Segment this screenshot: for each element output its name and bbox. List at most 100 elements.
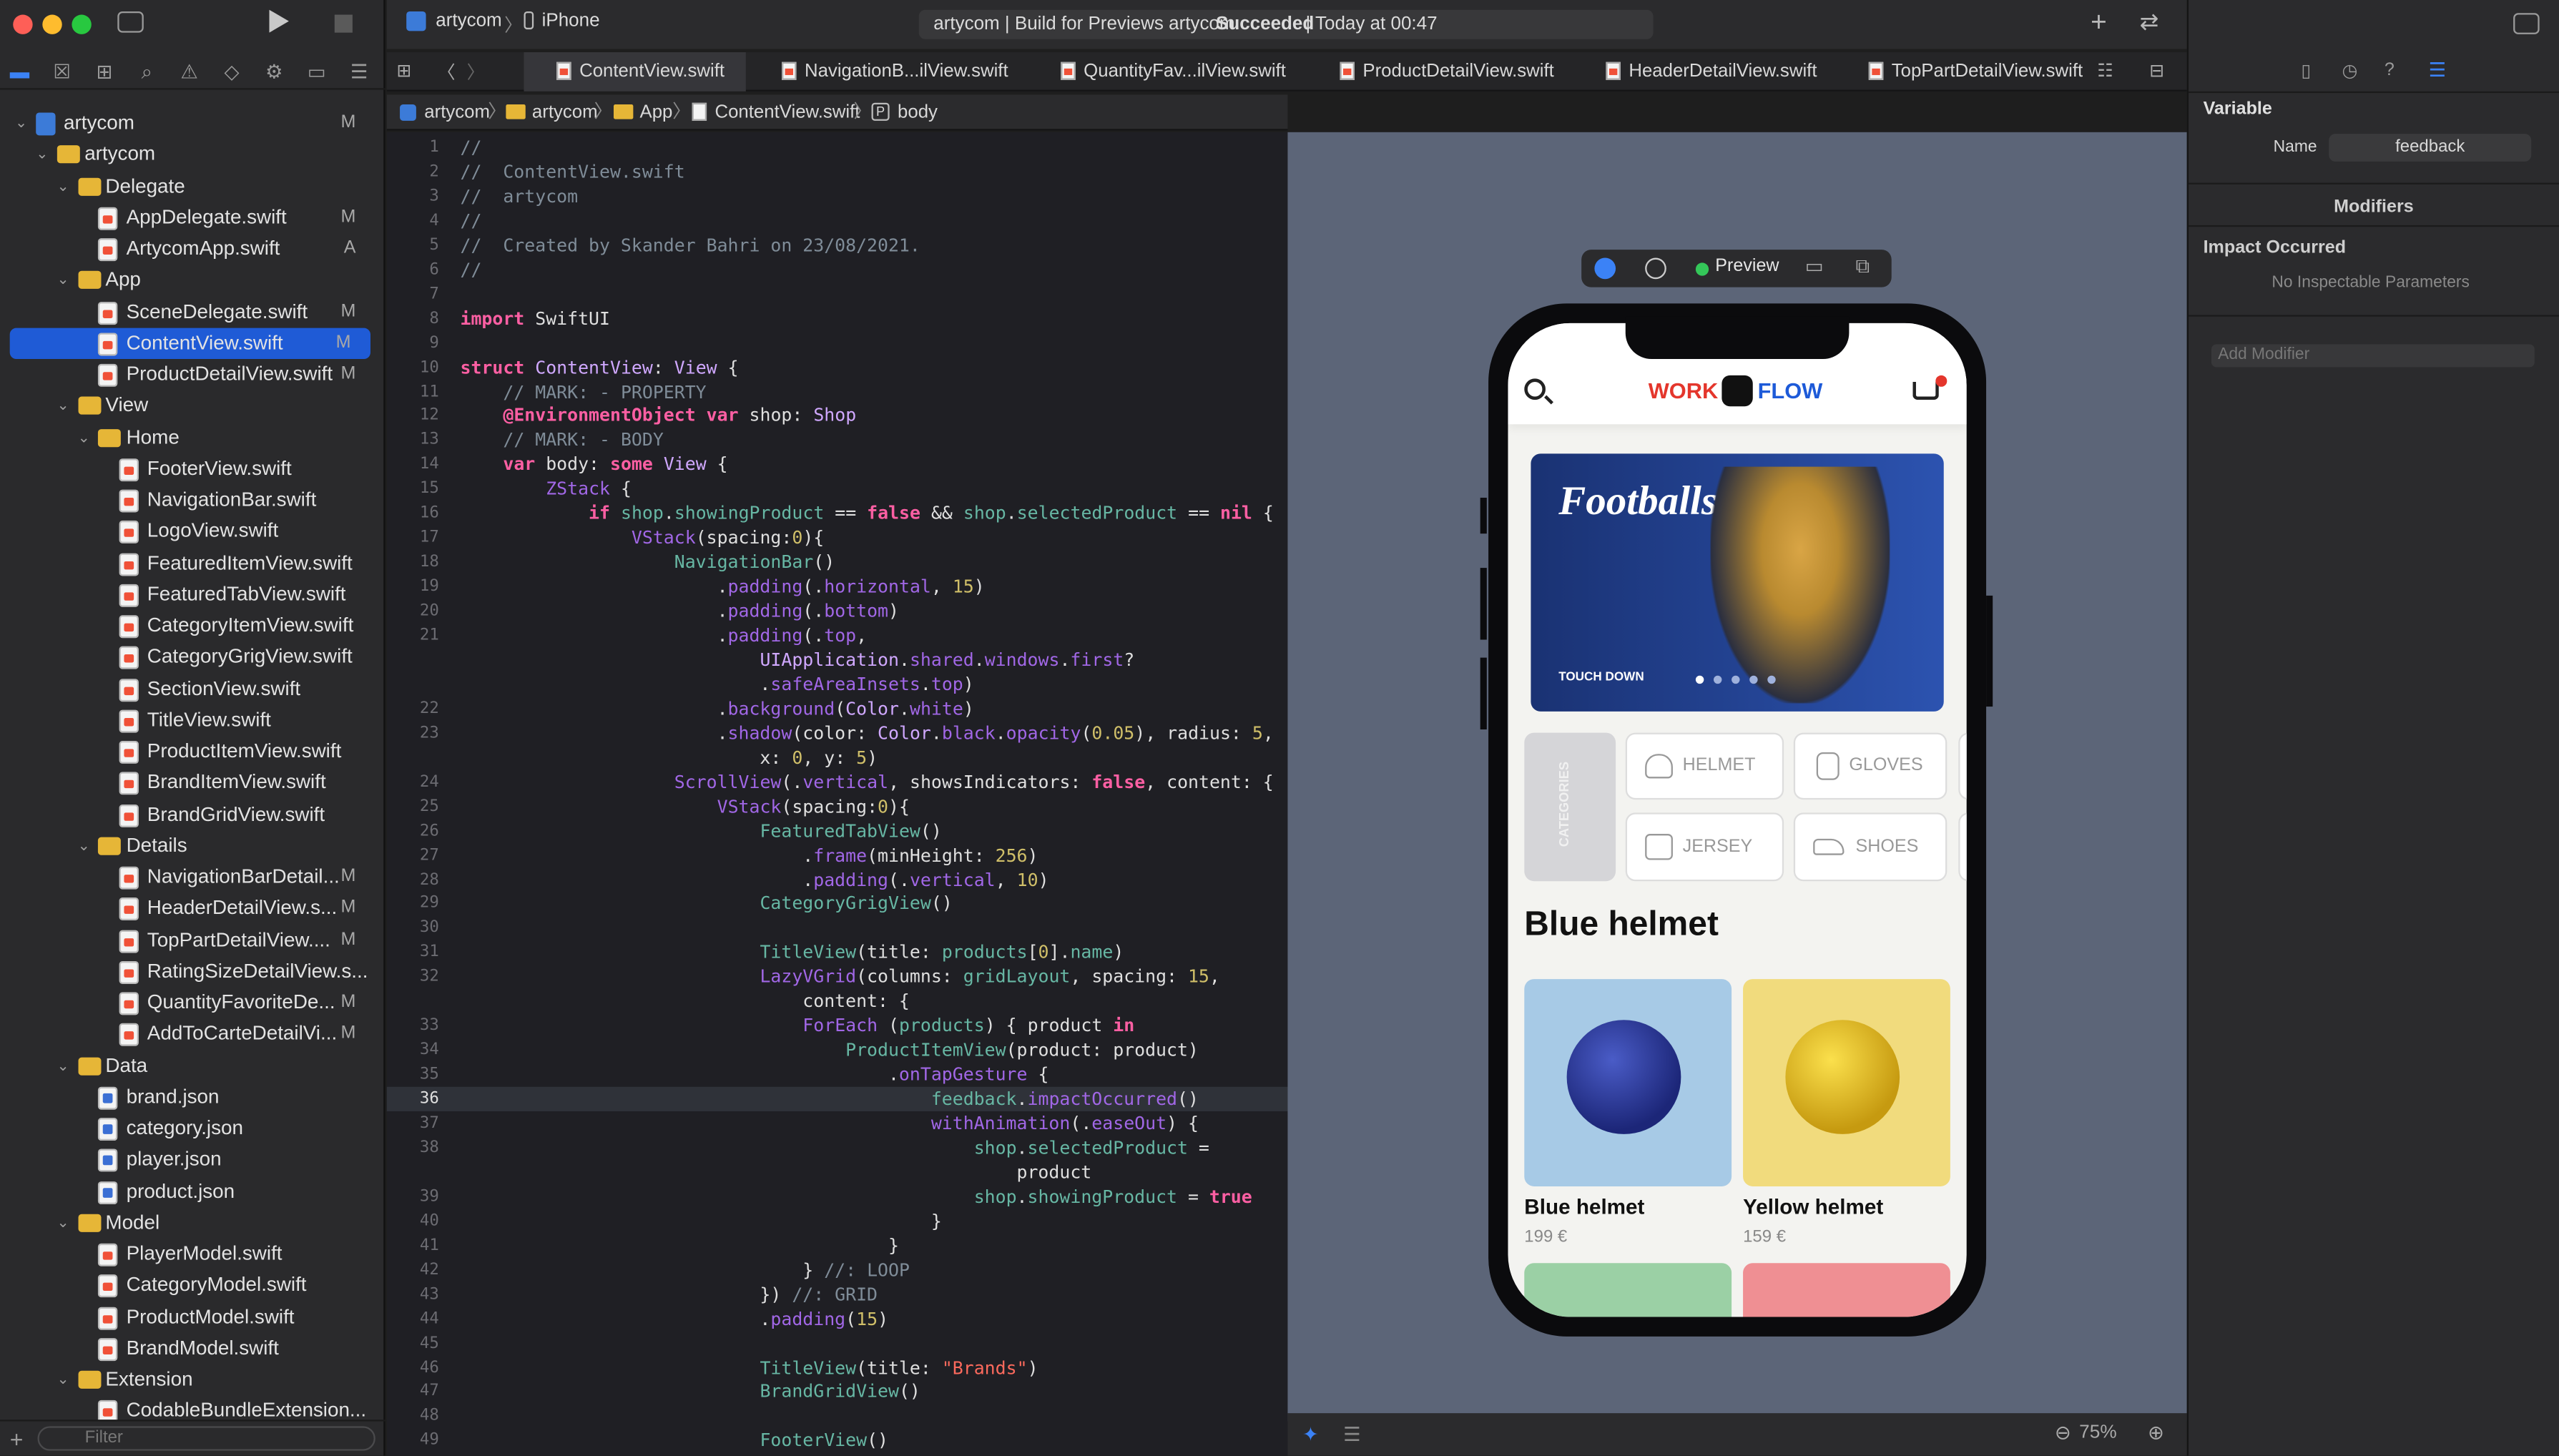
code-line[interactable]: shop.selectedProduct = [460,1137,1209,1159]
code-line[interactable]: } //: LOOP [460,1259,910,1281]
zoom-level[interactable]: 75% [2079,1423,2117,1442]
code-line[interactable]: import SwiftUI [460,308,610,329]
search-icon[interactable] [1524,378,1546,400]
navigator-item[interactable]: BrandModel.swift [0,1333,385,1364]
code-line[interactable]: .padding(.vertical, 10) [460,869,1048,890]
add-icon[interactable]: + [10,1426,24,1452]
history-icon[interactable]: ◷ [2342,60,2358,82]
code-line[interactable]: shop.showingProduct = true [460,1186,1252,1208]
category-next[interactable] [1958,732,1967,800]
disclosure-chevron-icon[interactable]: ⌄ [55,1050,72,1081]
code-line[interactable]: // artycom [460,186,578,207]
code-line[interactable]: .frame(minHeight: 256) [460,845,1038,866]
inspector-toggle-icon[interactable] [2513,13,2540,34]
close-window-button[interactable] [13,14,33,34]
navigator-item[interactable]: SectionView.swift [0,673,385,704]
code-line[interactable]: content: { [460,991,910,1013]
navigator-item[interactable]: FooterView.swift [0,453,385,484]
add-modifier-field[interactable]: Add Modifier [2211,344,2535,368]
navigator-item[interactable]: AppDelegate.swift M [0,202,385,232]
code-line[interactable]: FooterView() [460,1430,888,1452]
code-line[interactable]: ScrollView(.vertical, showsIndicators: f… [460,772,1274,793]
code-line[interactable]: TitleView(title: "Brands") [460,1357,1038,1378]
code-line[interactable]: // [460,259,481,280]
navigator-item[interactable]: ProductItemView.swift [0,736,385,767]
cart-icon[interactable] [1912,381,1939,400]
forward-icon[interactable]: 〉 [467,59,485,85]
category-helmet[interactable]: HELMET [1625,732,1784,800]
product-image-green[interactable] [1524,1263,1732,1317]
tab-navigation-bar-detail[interactable]: NavigationB...ilView.swift [778,52,1008,92]
code-review-icon[interactable]: ⇄ [2140,8,2159,36]
navigator-item[interactable]: PlayerModel.swift [0,1239,385,1269]
disclosure-chevron-icon[interactable]: ⌄ [55,1364,72,1395]
tab-content-view[interactable]: ContentView.swift [524,52,746,92]
navigator-item[interactable]: brand.json [0,1081,385,1112]
navigator-item[interactable]: QuantityFavoriteDe... M [0,988,385,1018]
add-library-icon[interactable]: + [2091,6,2107,39]
filter-input[interactable]: Filter [37,1426,375,1451]
tab-header-detail[interactable]: HeaderDetailView.swift [1606,52,1817,92]
navigator-item[interactable]: ProductModel.swift [0,1302,385,1332]
navigator-item[interactable]: BrandItemView.swift [0,767,385,798]
navigator-item[interactable]: CodableBundleExtension... [0,1396,385,1420]
code-line[interactable]: .safeAreaInsets.top) [460,674,973,695]
product-image-blue[interactable] [1524,979,1732,1186]
code-line[interactable]: @EnvironmentObject var shop: Shop [460,405,856,427]
pin-icon[interactable]: ✦ [1302,1423,1319,1446]
code-line[interactable]: NavigationBar() [460,552,835,574]
code-line[interactable]: FeaturedTabView() [460,820,941,842]
split-editor-icon[interactable]: ⊟ [2149,60,2164,82]
help-icon[interactable]: ? [2384,60,2395,79]
code-line[interactable]: ForEach (products) { product in [460,1015,1134,1037]
code-line[interactable]: // [460,137,481,159]
tab-top-part-detail[interactable]: TopPartDetailView.swift [1868,52,2083,92]
editor-options-icon[interactable]: ☷ [2097,60,2113,82]
code-line[interactable]: }) //: GRID [460,1284,878,1305]
scheme-name[interactable]: artycom [436,11,501,31]
navigator-item[interactable]: ArtycomApp.swift A [0,233,385,264]
navigator-item[interactable]: TitleView.swift [0,704,385,735]
disclosure-chevron-icon[interactable]: ⌄ [55,1207,72,1238]
navigator-item[interactable]: ⌄ artycom [0,139,385,170]
settings-icon[interactable]: ☰ [1343,1423,1361,1446]
code-line[interactable]: } [460,1211,942,1232]
disclosure-chevron-icon[interactable]: ⌄ [76,422,92,453]
jump-group[interactable]: artycom [532,94,598,130]
selectable-icon[interactable] [1645,257,1666,280]
jump-project[interactable]: artycom [424,94,490,130]
navigator-item[interactable]: AddToCarteDetailVi... M [0,1018,385,1049]
navigator-item[interactable]: ProductDetailView.swift M [0,359,385,390]
disclosure-chevron-icon[interactable]: ⌄ [55,170,72,201]
code-line[interactable]: struct ContentView: View { [460,357,738,378]
navigator-item[interactable]: ⌄ Details [0,830,385,861]
navigator-item[interactable]: ⌄ artycom M [0,108,385,139]
code-line[interactable]: // MARK: - BODY [460,430,663,451]
issue-icon[interactable]: ⚠ [178,60,201,83]
code-line[interactable]: .padding(.horizontal, 15) [460,576,985,598]
navigator-item[interactable]: CategoryItemView.swift [0,610,385,641]
code-line[interactable]: VStack(spacing:0){ [460,796,910,817]
zoom-out-icon[interactable]: ⊖ [2055,1422,2071,1445]
code-line[interactable]: // MARK: - PROPERTY [460,381,706,403]
code-line[interactable]: } [460,1235,899,1256]
code-line[interactable]: UIApplication.shared.windows.first? [460,649,1134,671]
zoom-in-icon[interactable]: ⊕ [2148,1422,2164,1445]
code-line[interactable]: withAnimation(.easeOut) { [460,1113,1199,1134]
sidebar-toggle-icon[interactable] [117,11,144,33]
test-icon[interactable]: ◇ [220,60,243,83]
disclosure-chevron-icon[interactable]: ⌄ [13,108,29,139]
source-control-icon[interactable]: ☒ [51,60,74,83]
navigator-item[interactable]: ⌄ Delegate [0,170,385,201]
product-name[interactable]: Blue helmet [1524,1194,1644,1219]
navigator-item[interactable]: player.json [0,1144,385,1175]
navigator-item[interactable]: CategoryGrigView.swift [0,641,385,672]
code-line[interactable]: .padding(.top, [460,625,868,646]
code-line[interactable]: VStack(spacing:0){ [460,527,824,549]
symbol-icon[interactable]: ⊞ [93,60,116,83]
breakpoint-icon[interactable]: ▭ [305,60,328,83]
disclosure-chevron-icon[interactable]: ⌄ [55,265,72,295]
code-line[interactable]: TitleView(title: products[0].name) [460,942,1124,963]
debug-icon[interactable]: ⚙ [262,60,285,83]
navigator-item[interactable]: FeaturedTabView.swift [0,579,385,610]
